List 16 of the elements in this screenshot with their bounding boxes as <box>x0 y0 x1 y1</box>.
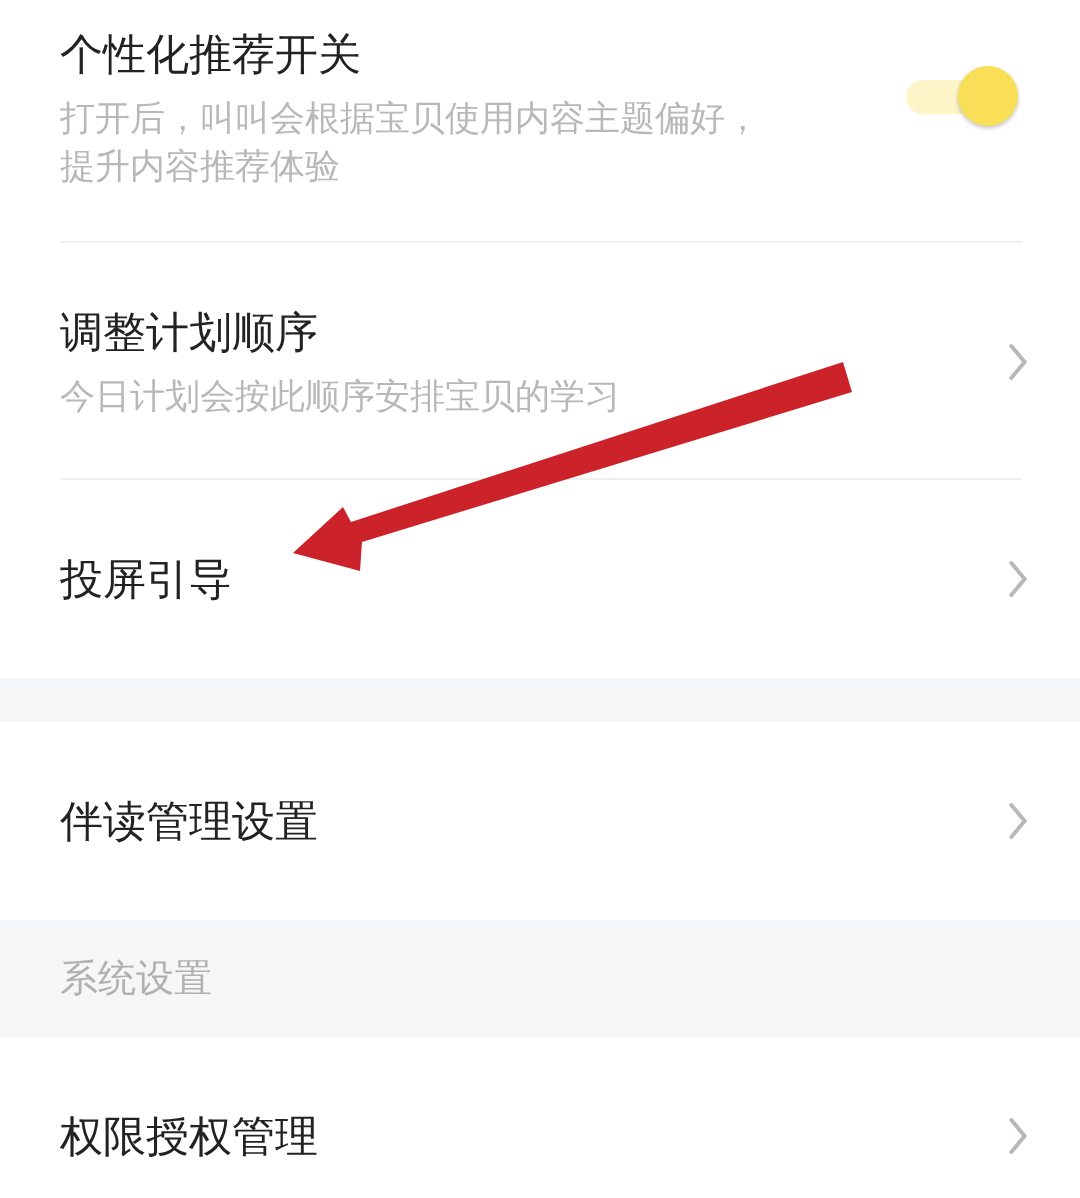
settings-row[interactable]: 权限授权管理 <box>0 1037 1080 1198</box>
row-description: 今日计划会按此顺序安排宝贝的学习 <box>60 374 621 418</box>
chevron-right-icon <box>1006 801 1030 841</box>
row-description: 打开后，叫叫会根据宝贝使用内容主题偏好，提升内容推荐体验 <box>60 97 760 188</box>
row-title: 投屏引导 <box>60 553 233 606</box>
row-title: 权限授权管理 <box>60 1110 319 1163</box>
settings-row[interactable]: 伴读管理设置 <box>0 722 1080 920</box>
section-header: 系统设置 <box>60 955 212 1002</box>
settings-row[interactable]: 投屏引导 <box>0 480 1080 678</box>
row-title: 个性化推荐开关 <box>60 28 362 81</box>
settings-row[interactable]: 调整计划顺序 今日计划会按此顺序安排宝贝的学习 <box>0 243 1080 480</box>
row-title: 伴读管理设置 <box>60 795 319 848</box>
chevron-right-icon <box>1006 1116 1030 1156</box>
chevron-right-icon <box>1006 341 1030 382</box>
chevron-right-icon <box>1006 559 1030 599</box>
row-title: 调整计划顺序 <box>60 305 319 359</box>
